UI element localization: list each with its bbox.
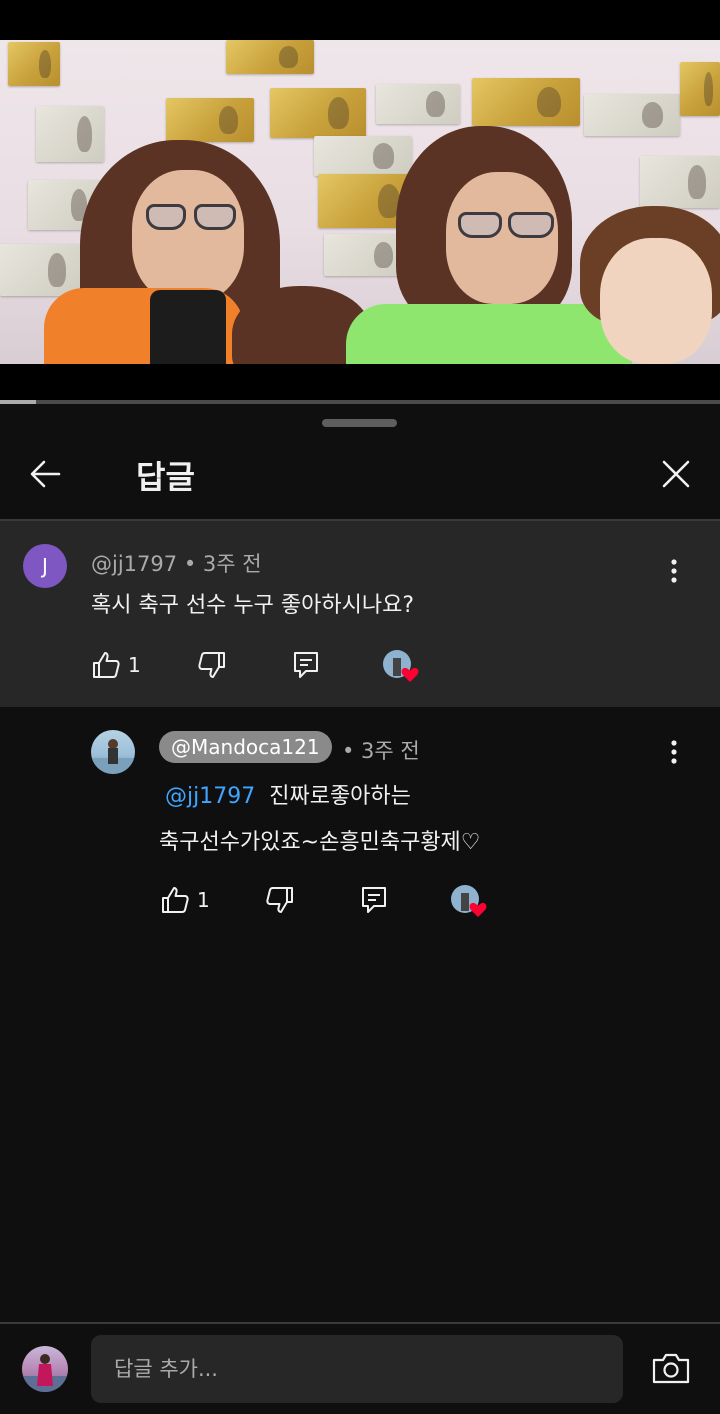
reply-input[interactable] [91,1335,623,1403]
comment-icon [294,652,318,678]
reply-author-chip[interactable]: @Mandoca121 [159,731,332,763]
creator-heart-badge [382,649,419,682]
money-note [584,94,680,136]
sheet-header: 답글 [0,440,720,520]
video-player[interactable] [0,0,720,404]
money-note [270,88,366,138]
avatar[interactable]: J [23,544,67,588]
comment-time: • 3주 전 [183,552,262,576]
thumbs-down-icon [198,652,225,678]
more-options-button[interactable] [659,551,689,591]
money-note [314,136,412,176]
parent-comment: J @jj1797 • 3주 전 혹시 축구 선수 누구 좋아하시나요? 1 [0,521,720,707]
like-count: 1 [128,653,141,677]
like-count: 1 [197,888,210,912]
creator-heart-icon [383,650,419,682]
money-note [166,98,254,142]
reply-composer [0,1324,720,1414]
like-button[interactable]: 1 [159,882,219,918]
my-avatar[interactable] [22,1346,68,1392]
more-vert-icon [671,740,677,764]
sheet-title: 답글 [136,458,195,496]
money-note [680,62,720,116]
profile-photo-icon [22,1354,68,1392]
avatar[interactable] [91,730,135,774]
drag-handle[interactable] [322,419,397,427]
dislike-button[interactable] [264,884,296,920]
creator-heart-icon [451,885,487,917]
dislike-button[interactable] [196,649,228,685]
money-note [226,40,314,74]
comment-author[interactable]: @jj1797 [91,552,177,576]
reply-text: 진짜로좋아하는 [269,784,411,809]
money-note [640,156,720,208]
reply-time: • 3주 전 [342,739,420,763]
app-screen: 답글 J @jj1797 • 3주 전 혹시 축구 선수 누구 좋아하시나요? [0,0,720,1414]
video-frame[interactable] [0,40,720,364]
back-button[interactable] [26,454,66,494]
comment-icon [362,887,386,913]
reply-button[interactable] [290,649,322,685]
replies-sheet: 답글 J @jj1797 • 3주 전 혹시 축구 선수 누구 좋아하시나요? [0,404,720,1414]
profile-photo-icon [91,739,135,774]
camera-icon [652,1353,690,1384]
reply-text-line1: @jj1797 진짜로좋아하는 [165,778,411,810]
thumbs-up-icon [93,652,120,678]
money-note [472,78,580,126]
close-icon [662,460,690,488]
money-note [0,244,80,296]
money-note [8,42,60,86]
money-note [36,106,104,162]
more-options-button[interactable] [659,732,689,772]
like-button[interactable]: 1 [90,647,150,683]
arrow-left-icon [30,460,61,488]
money-note [376,84,460,124]
close-button[interactable] [656,454,696,494]
comment-meta: @jj1797 • 3주 전 [91,548,262,578]
thumbs-down-icon [266,887,293,913]
more-vert-icon [671,559,677,583]
reply-button[interactable] [358,884,390,920]
reply-text-line2: 축구선수가있죠~손흥민축구황제♡ [159,830,481,855]
creator-heart-badge [450,884,487,917]
comment-text: 혹시 축구 선수 누구 좋아하시나요? [91,593,415,618]
camera-button[interactable] [650,1348,692,1390]
mention-link[interactable]: @jj1797 [165,784,255,809]
thumbs-up-icon [162,887,189,913]
